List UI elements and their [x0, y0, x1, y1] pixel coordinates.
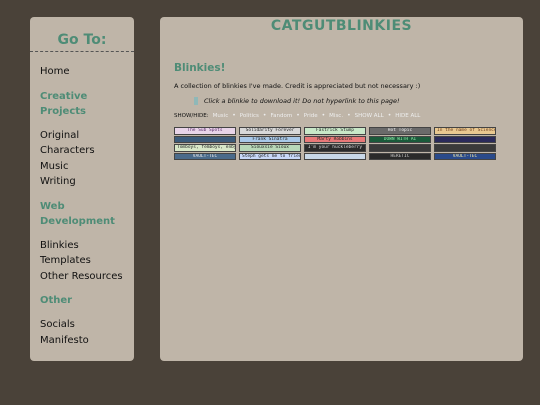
filter-separator: • — [262, 112, 267, 119]
nav-heading-creative-projects: Creative Projects — [40, 90, 88, 117]
blinkie-image[interactable] — [434, 135, 496, 143]
note-marker-icon — [194, 97, 198, 105]
blinkie-image[interactable] — [174, 135, 236, 143]
blinkie-image[interactable]: Fastrick Stump — [304, 127, 366, 135]
nav-section-other: Other Socials Manifesto — [30, 293, 134, 348]
filter-politics[interactable]: Politics — [240, 113, 259, 119]
sidebar-title: Go To: — [30, 32, 134, 52]
nav-section-webdev: Web Development Blinkies Templates Other… — [30, 199, 134, 285]
filter-misc[interactable]: Misc. — [329, 113, 343, 119]
blinkie-image[interactable] — [304, 152, 366, 160]
blinkie-image[interactable]: Hot Topic — [369, 127, 431, 135]
filter-label: SHOW/HIDE: — [174, 112, 209, 119]
blinkie-image[interactable]: Tomboys, femboys, enbygirls! — [174, 144, 236, 152]
blinkie-grid: The Sub Spots Solidarity Forever Fastrick … — [174, 127, 500, 160]
note-text: Click a blinkie to download it! Do not h… — [204, 97, 400, 105]
blinkie-image[interactable]: Marty Robbins — [304, 135, 366, 143]
nav-item-home[interactable]: Home — [40, 64, 134, 80]
site-title: CATGUTBLINKIES — [270, 18, 413, 34]
blinkie-image[interactable] — [434, 144, 496, 152]
intro-text: A collection of blinkies I've made. Cred… — [174, 82, 421, 90]
blinkie-image[interactable]: The Sub Spots — [174, 127, 236, 135]
nav-list: Home — [30, 64, 134, 80]
filter-hide-all[interactable]: HIDE ALL — [395, 113, 420, 119]
nav-section-creative: Creative Projects Original Characters Mu… — [30, 89, 134, 190]
main-content: CATGUTBLINKIES Blinkies! A collection of… — [160, 17, 523, 361]
filter-bar: SHOW/HIDE: Music • Politics • Fandom • P… — [174, 112, 420, 119]
nav-item-templates[interactable]: Templates — [40, 253, 134, 269]
nav-item-writing[interactable]: Writing — [40, 174, 134, 190]
blinkie-image[interactable]: DOWN WITH AI — [369, 135, 431, 143]
nav-heading-other: Other — [40, 295, 73, 306]
nav-item-socials[interactable]: Socials — [40, 317, 134, 333]
blinkie-image[interactable]: I'm your huckleberry — [304, 144, 366, 152]
filter-fandom[interactable]: Fandom — [270, 113, 292, 119]
blinkie-image[interactable]: Solidarity Forever — [239, 127, 301, 135]
nav-item-other-resources[interactable]: Other Resources — [40, 269, 134, 285]
blinkie-image[interactable]: Frank Sinatra — [239, 135, 301, 143]
download-note: Click a blinkie to download it! Do not h… — [194, 97, 400, 105]
blinkie-image[interactable]: HERETIC — [369, 152, 431, 160]
blinkie-image[interactable]: Siouxsie Sioux — [239, 144, 301, 152]
filter-separator: • — [387, 112, 392, 119]
blinkie-image[interactable]: VAULT-TEC — [434, 152, 496, 160]
blinkie-image[interactable] — [369, 144, 431, 152]
filter-music[interactable]: Music — [213, 113, 229, 119]
blinkie-image[interactable]: Steph gets me to friends — [239, 152, 301, 160]
page-heading: Blinkies! — [174, 62, 226, 74]
blinkie-image[interactable]: In the name of Science — [434, 127, 496, 135]
sidebar-nav: Go To: Home Creative Projects Original C… — [30, 17, 134, 361]
filter-pride[interactable]: Pride — [304, 113, 318, 119]
nav-item-manifesto[interactable]: Manifesto — [40, 333, 134, 349]
filter-separator: • — [347, 112, 351, 119]
nav-heading-web-development: Web Development — [40, 200, 115, 227]
blinkie-image[interactable]: VAULT-TEC — [174, 152, 236, 160]
filter-show-all[interactable]: SHOW ALL — [355, 113, 384, 119]
filter-separator: • — [296, 112, 300, 119]
nav-item-music[interactable]: Music — [40, 159, 134, 175]
filter-separator: • — [321, 112, 326, 119]
filter-separator: • — [232, 112, 236, 119]
nav-item-blinkies[interactable]: Blinkies — [40, 238, 134, 254]
nav-item-original-characters[interactable]: Original Characters — [40, 128, 134, 159]
